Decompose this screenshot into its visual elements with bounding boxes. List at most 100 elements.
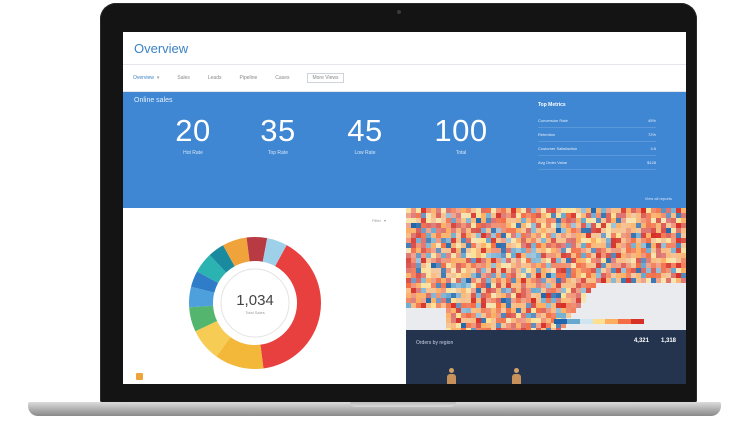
tab-sales[interactable]: Sales: [177, 75, 190, 81]
map-cell: [531, 238, 536, 243]
map-cell: [561, 298, 566, 303]
map-cell: [521, 263, 526, 268]
tab-pipeline[interactable]: Pipeline: [240, 75, 258, 81]
map-cell: [496, 313, 501, 318]
map-cell: [486, 233, 491, 238]
map-cell: [626, 253, 631, 258]
map-cell: [501, 263, 506, 268]
map-cell: [676, 268, 681, 273]
map-cell: [516, 238, 521, 243]
tab-overview[interactable]: Overview ▾: [133, 75, 159, 81]
map-cell: [611, 258, 616, 263]
map-cell: [526, 243, 531, 248]
kpi-top-rate[interactable]: 35 Top Rate: [247, 114, 309, 157]
kpi-low-rate[interactable]: 45 Low Rate: [334, 114, 396, 157]
map-cell: [561, 218, 566, 223]
map-cell: [491, 243, 496, 248]
map-cell: [586, 218, 591, 223]
map-cell: [541, 218, 546, 223]
map-cell: [576, 213, 581, 218]
map-cell: [546, 283, 551, 288]
map-cell: [451, 308, 456, 313]
map-cell: [596, 268, 601, 273]
map-cell: [446, 323, 451, 328]
map-cell: [561, 248, 566, 253]
map-cell: [486, 223, 491, 228]
map-cell: [466, 253, 471, 258]
map-cell: [516, 243, 521, 248]
map-cell: [551, 258, 556, 263]
map-cell: [531, 273, 536, 278]
tab-cases[interactable]: Cases: [275, 75, 289, 81]
map-cell: [426, 223, 431, 228]
map-cell: [676, 253, 681, 258]
map-cell: [571, 298, 576, 303]
view-reports-link[interactable]: View all reports: [645, 196, 672, 201]
map-cell: [611, 213, 616, 218]
map-cell: [656, 238, 661, 243]
table-row: Customer Satisfaction 4.6: [538, 142, 656, 156]
map-cell: [486, 213, 491, 218]
map-cell: [416, 258, 421, 263]
map-cell: [471, 313, 476, 318]
map-cell: [511, 298, 516, 303]
map-cell: [596, 253, 601, 258]
map-cell: [566, 303, 571, 308]
map-cell: [626, 228, 631, 233]
heat-map[interactable]: [406, 208, 686, 330]
map-cell: [541, 208, 546, 213]
donut-center: 1,034 Total Sales: [187, 235, 323, 371]
map-cell: [526, 273, 531, 278]
map-cell: [506, 243, 511, 248]
tab-more-views[interactable]: More Views: [307, 73, 344, 83]
map-cell: [611, 233, 616, 238]
map-cell: [556, 293, 561, 298]
map-cell: [461, 243, 466, 248]
map-cell: [641, 248, 646, 253]
map-cell: [426, 283, 431, 288]
map-cell: [671, 253, 676, 258]
map-cell: [646, 263, 651, 268]
map-cell: [446, 293, 451, 298]
kpi-hot-rate[interactable]: 20 Hot Rate: [163, 113, 223, 157]
map-cell: [456, 308, 461, 313]
map-cell: [501, 248, 506, 253]
map-cell: [561, 293, 566, 298]
tab-label: Cases: [275, 75, 290, 81]
map-cell: [496, 218, 501, 223]
map-cell: [581, 263, 586, 268]
map-cell: [616, 218, 621, 223]
map-cell: [576, 278, 581, 283]
map-cell: [601, 213, 606, 218]
map-cell: [581, 253, 586, 258]
map-cell: [436, 288, 441, 293]
kpi-value: 20: [175, 113, 211, 148]
map-cell: [631, 248, 636, 253]
map-cell: [441, 288, 446, 293]
chevron-down-icon: ▾: [156, 75, 160, 81]
map-cell: [636, 273, 641, 278]
map-cell: [666, 233, 671, 238]
page-title: Overview: [134, 40, 189, 56]
map-cell: [591, 273, 596, 278]
map-cell: [501, 258, 506, 263]
map-cell: [666, 228, 671, 233]
map-cell: [606, 223, 611, 228]
kpi-total[interactable]: 100 Total: [421, 114, 501, 157]
donut-filter-control[interactable]: Filter ▾: [372, 218, 386, 223]
tab-leads[interactable]: Leads: [208, 75, 222, 81]
map-cell: [631, 238, 636, 243]
map-cell: [621, 243, 626, 248]
map-cell: [456, 298, 461, 303]
map-cell: [681, 258, 686, 263]
metric-value: $128: [647, 160, 656, 165]
map-cell: [471, 218, 476, 223]
map-cell: [501, 298, 506, 303]
map-cell: [576, 253, 581, 258]
map-cell: [421, 238, 426, 243]
map-cell: [426, 208, 431, 213]
map-cell: [456, 253, 461, 258]
map-cell: [656, 258, 661, 263]
map-cell: [466, 238, 471, 243]
map-cell: [666, 278, 671, 283]
